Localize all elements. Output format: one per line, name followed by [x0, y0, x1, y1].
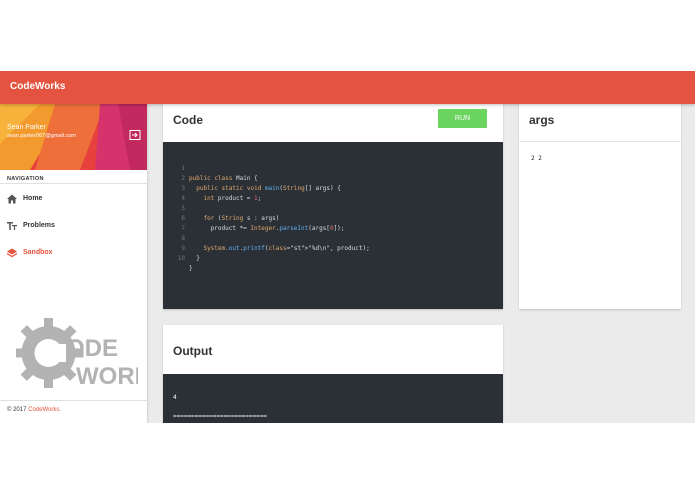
output-card-title: Output: [173, 344, 213, 358]
sidebar: Sean Parker sean.parker067@gmail.com NAV…: [0, 104, 147, 423]
user-email: sean.parker067@gmail.com: [7, 133, 76, 139]
code-line: 10 }: [163, 244, 193, 272]
code-card: Code RUN 1 public class Main { 2 public …: [163, 101, 503, 309]
logo-text-bottom: WORKS: [76, 363, 138, 388]
output-console: 4 ==========================: [163, 374, 503, 423]
user-name: Sean Parker: [7, 124, 46, 131]
code-line: 3 int product = 1;: [163, 174, 261, 202]
line-code: public class Main {: [189, 175, 258, 182]
nav-label: Home: [23, 195, 43, 202]
line-code: product *= Integer.parseInt(args[0]);: [189, 225, 345, 232]
nav-divider: [0, 183, 147, 184]
app-bar: CodeWorks: [0, 71, 695, 104]
code-line: 5 for (String s : args): [163, 194, 279, 222]
code-line: 1 public class Main {: [163, 154, 257, 182]
nav-item-sandbox[interactable]: Sandbox: [0, 244, 147, 264]
layers-icon: [7, 248, 17, 258]
args-card: args 2 2: [519, 101, 681, 309]
nav-label: Problems: [23, 222, 55, 229]
line-code: }: [189, 265, 193, 272]
line-number: 10: [177, 255, 185, 262]
footer-brand-link[interactable]: CodeWorks.: [28, 407, 61, 413]
logo-text-top: ODE: [66, 335, 118, 362]
profile-header: Sean Parker sean.parker067@gmail.com: [0, 104, 147, 170]
args-card-title: args: [529, 113, 555, 127]
app-window: CodeWorks Sean Parker sean.parker067@gma…: [0, 71, 695, 423]
code-line: 7: [163, 214, 192, 232]
args-input[interactable]: 2 2: [531, 155, 542, 162]
line-code: System.out.printf(class="st">"%d\n", pro…: [203, 245, 370, 252]
code-editor[interactable]: 1 public class Main { 2 public static vo…: [163, 142, 503, 309]
nav-item-problems[interactable]: Problems: [0, 217, 147, 237]
code-line: 8 System.out.printf(class="st">"%d\n", p…: [163, 224, 369, 252]
nav-item-home[interactable]: Home: [0, 190, 147, 210]
run-button[interactable]: RUN: [438, 109, 487, 128]
app-title: CodeWorks: [10, 81, 66, 92]
line-code: public static void main(String[] args) {: [196, 185, 341, 192]
line-code: for (String s : args): [203, 215, 280, 222]
nav-label: Sandbox: [23, 249, 53, 256]
footer-copyright: © 2017: [7, 407, 27, 413]
code-card-title: Code: [173, 113, 203, 127]
code-line: 2 public static void main(String[] args)…: [163, 164, 340, 192]
output-line: ==========================: [173, 413, 267, 420]
line-code: int product = 1;: [203, 195, 262, 202]
text-format-icon: [7, 222, 17, 230]
codeworks-logo: ODE WORKS: [16, 318, 138, 388]
code-line: 4: [163, 184, 192, 202]
footer: © 2017 CodeWorks.: [7, 407, 61, 413]
args-divider: [519, 141, 681, 142]
output-card: Output 4 ==========================: [163, 325, 503, 423]
code-line: 6 product *= Integer.parseInt(args[0]);: [163, 204, 344, 232]
code-line: 9 }: [163, 234, 199, 262]
logout-icon[interactable]: [129, 129, 141, 141]
footer-divider: [0, 400, 147, 401]
nav-header: NAVIGATION: [7, 176, 44, 182]
home-icon: [7, 194, 17, 204]
output-line: 4: [173, 394, 177, 401]
